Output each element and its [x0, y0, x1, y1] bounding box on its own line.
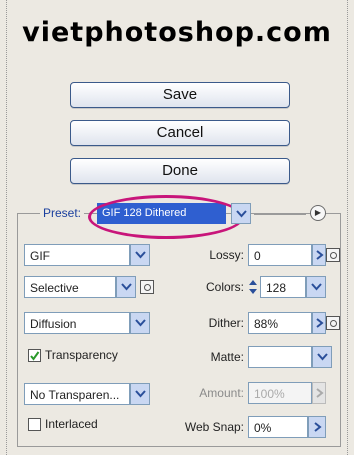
save-button[interactable]: Save — [70, 82, 290, 108]
cancel-button[interactable]: Cancel — [70, 120, 290, 146]
web-snap-input[interactable]: 0% — [248, 416, 308, 438]
transparency-checkbox[interactable] — [28, 349, 41, 362]
transparency-dither-dropdown-arrow-icon[interactable] — [130, 383, 150, 405]
reduction-dropdown-arrow-icon[interactable] — [116, 276, 136, 298]
matte-label: Matte: — [210, 350, 244, 364]
amount-label: Amount: — [199, 386, 244, 400]
colors-label: Colors: — [205, 280, 244, 294]
preset-dropdown-arrow-icon[interactable] — [231, 203, 251, 224]
matte-dropdown-arrow-icon[interactable] — [312, 346, 332, 368]
watermark-text: vietphotoshop.com — [22, 17, 332, 48]
lossy-input[interactable]: 0 — [248, 244, 312, 266]
web-snap-label: Web Snap: — [184, 420, 244, 434]
web-snap-slider-arrow-icon[interactable] — [308, 416, 326, 438]
lossy-slider-arrow-icon[interactable] — [312, 244, 326, 266]
dither-algorithm-dropdown-arrow-icon[interactable] — [130, 312, 150, 334]
divider — [254, 214, 306, 215]
dither-mask-icon[interactable] — [326, 316, 340, 330]
colors-input[interactable]: 128 — [260, 276, 306, 298]
optimize-menu-icon[interactable]: ▶ — [310, 205, 326, 221]
dither-input[interactable]: 88% — [248, 312, 312, 334]
interlaced-checkbox[interactable] — [28, 418, 41, 431]
transparency-dither-select[interactable]: No Transparen... — [24, 383, 130, 405]
preset-label: Preset: — [40, 206, 85, 220]
format-select[interactable]: GIF — [24, 244, 130, 266]
preset-highlight-ellipse — [88, 195, 244, 239]
colors-dropdown-arrow-icon[interactable] — [306, 276, 326, 298]
format-dropdown-arrow-icon[interactable] — [130, 244, 150, 266]
amount-input[interactable]: 100% — [248, 382, 312, 404]
dither-slider-arrow-icon[interactable] — [312, 312, 326, 334]
amount-slider-arrow-icon[interactable] — [312, 382, 326, 404]
lossy-label: Lossy: — [209, 248, 244, 262]
interlaced-label: Interlaced — [45, 417, 98, 431]
lossy-mask-icon[interactable] — [326, 248, 340, 262]
dither-label: Dither: — [208, 316, 244, 330]
reduction-select[interactable]: Selective — [24, 276, 116, 298]
reduction-mask-icon[interactable] — [140, 280, 154, 294]
dither-algorithm-select[interactable]: Diffusion — [24, 312, 130, 334]
transparency-label: Transparency — [45, 348, 118, 362]
colors-stepper-icon[interactable] — [248, 277, 258, 297]
matte-select[interactable] — [248, 346, 312, 368]
done-button[interactable]: Done — [70, 158, 290, 184]
